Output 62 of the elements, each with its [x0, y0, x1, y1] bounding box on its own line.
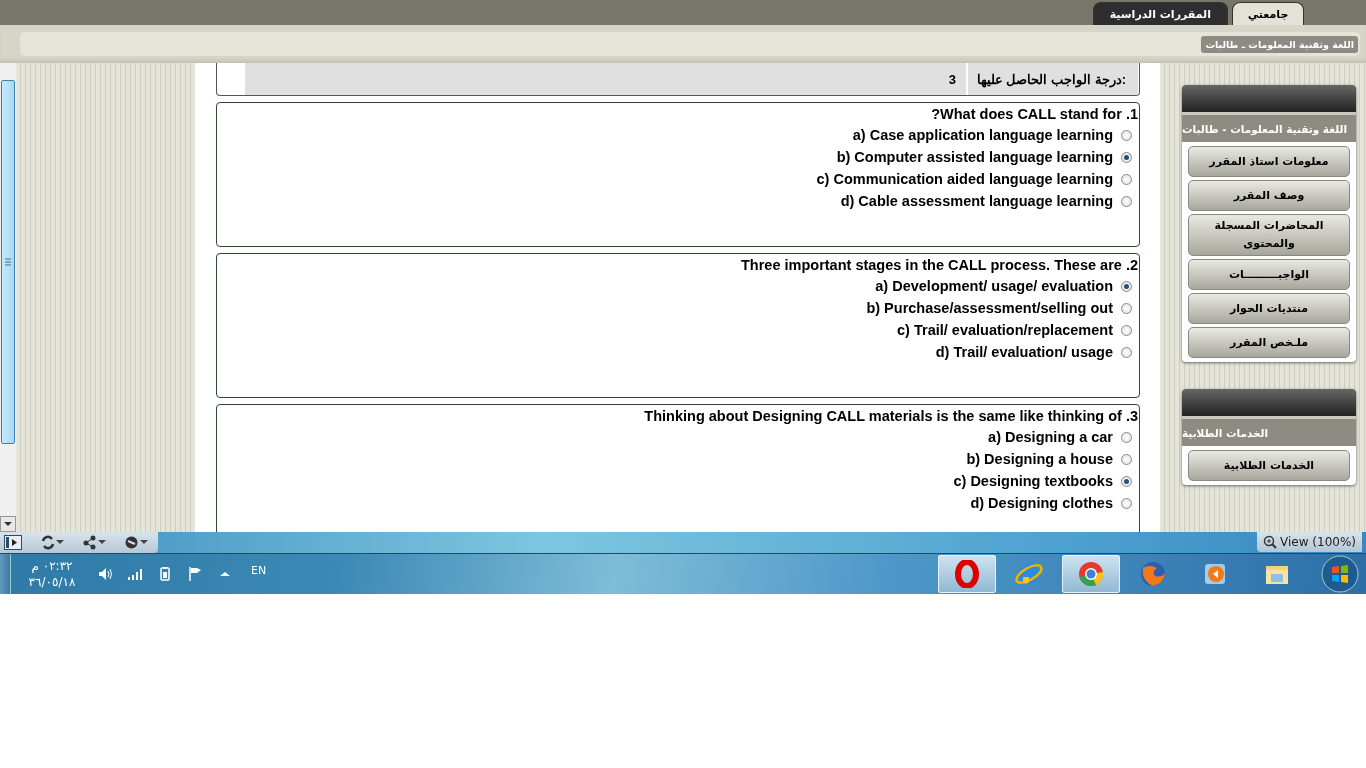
option-label[interactable]: b) Computer assisted language learning	[836, 149, 1113, 165]
option-label[interactable]: d) Cable assessment language learning	[840, 193, 1113, 209]
share-icon[interactable]	[82, 535, 106, 550]
option-label[interactable]: b) Purchase/assessment/selling out	[866, 300, 1113, 316]
scroll-down-button[interactable]	[0, 516, 16, 532]
speaker-icon[interactable]	[97, 566, 113, 582]
chrome-ring-taskbar-button[interactable]	[1062, 555, 1120, 593]
caret-down-icon	[4, 521, 12, 527]
option-label[interactable]: d) Trail/ evaluation/ usage	[935, 344, 1113, 360]
radio-button[interactable]	[1121, 195, 1132, 207]
option-label[interactable]: a) Designing a car	[988, 429, 1113, 445]
flag-icon[interactable]	[187, 566, 203, 582]
option-label[interactable]: a) Case application language learning	[852, 127, 1113, 143]
view-zoom-button[interactable]: View (100%)	[1257, 532, 1362, 552]
radio-button[interactable]	[1121, 151, 1132, 163]
language-indicator[interactable]: EN	[251, 563, 267, 577]
menu-button[interactable]: الواجبـــــــــات	[1188, 259, 1350, 290]
radio-button[interactable]	[1121, 475, 1132, 487]
ring-letter-icon	[953, 560, 981, 588]
ring-letter-taskbar-button[interactable]	[938, 555, 996, 593]
breadcrumb-label: اللغة وتقنية المعلومات ـ طالبات	[1201, 35, 1358, 53]
panel-title: اللغة وتقنية المعلومات - طالبات	[1182, 112, 1356, 142]
chrome-ring-icon	[1077, 560, 1105, 588]
menu-button[interactable]: ملـخص المقرر	[1188, 327, 1350, 358]
zoom-in-icon	[1263, 535, 1278, 549]
battery-icon[interactable]	[157, 566, 173, 582]
option-label[interactable]: b) Designing a house	[966, 451, 1113, 467]
clock-date[interactable]: ٣٦/٠٥/١٨	[28, 574, 76, 590]
question-text: 3. Thinking about Designing CALL materials is the same like thinking of	[644, 408, 1138, 424]
radio-button[interactable]	[1121, 173, 1132, 185]
radio-button[interactable]	[1121, 346, 1132, 358]
radio-button[interactable]	[1121, 302, 1132, 314]
radio-button[interactable]	[1121, 324, 1132, 336]
radio-button[interactable]	[1121, 129, 1132, 141]
grade-value: 3	[948, 71, 956, 87]
sync-icon[interactable]	[40, 535, 64, 550]
menu-button[interactable]: الخدمات الطلابية	[1188, 450, 1350, 481]
radio-button[interactable]	[1121, 280, 1132, 292]
fox-globe-icon	[1139, 560, 1167, 588]
nav-tab[interactable]: المقررات الدراسية	[1092, 2, 1228, 25]
menu-button[interactable]: معلومات استاذ المقرر	[1188, 146, 1350, 177]
option-label[interactable]: c) Designing textbooks	[953, 473, 1113, 489]
signal-bars-icon[interactable]	[127, 566, 143, 582]
menu-button[interactable]: منتديات الحوار	[1188, 293, 1350, 324]
play-icon[interactable]	[4, 535, 22, 550]
option-label[interactable]: c) Trail/ evaluation/replacement	[897, 322, 1113, 338]
question-text: 2. Three important stages in the CALL process. These are	[741, 257, 1138, 273]
question-text: 1. What does CALL stand for?	[931, 106, 1138, 122]
menu-button[interactable]: المحاضرات المسجلة والمحتوى	[1188, 214, 1350, 256]
nav-tab[interactable]: جامعتي	[1232, 2, 1304, 25]
radio-button[interactable]	[1121, 431, 1132, 443]
radio-button[interactable]	[1121, 453, 1132, 465]
panel-title: الخدمات الطلابية	[1182, 416, 1356, 446]
clock-time[interactable]: ٠٢:٣٢ م	[31, 558, 73, 574]
option-label[interactable]: a) Development/ usage/ evaluation	[875, 278, 1113, 294]
start-button[interactable]	[1318, 554, 1362, 594]
scrollbar-thumb[interactable]	[1, 80, 15, 444]
menu-button[interactable]: وصف المقرر	[1188, 180, 1350, 211]
option-label[interactable]: c) Communication aided language learning	[816, 171, 1113, 187]
option-label[interactable]: d) Designing clothes	[970, 495, 1113, 511]
radio-button[interactable]	[1121, 497, 1132, 509]
grade-label: درجة الواجب الحاصل عليها:	[976, 71, 1126, 87]
